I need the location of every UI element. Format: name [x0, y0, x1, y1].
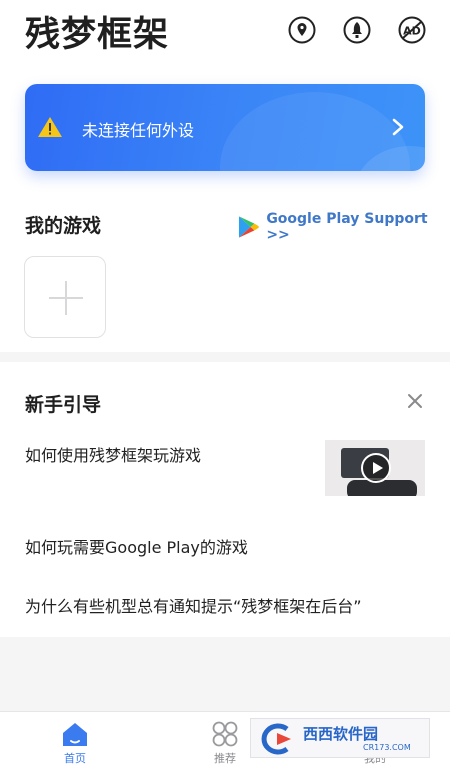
guide-item-background-notice[interactable]: 为什么有些机型总有通知提示“残梦框架在后台”	[25, 593, 362, 617]
guide-title: 新手引导	[25, 394, 102, 416]
nav-label: 推荐	[214, 752, 236, 765]
banner-text: 未连接任何外设	[82, 121, 195, 140]
my-games-title: 我的游戏	[25, 215, 102, 237]
guide-item-google-play-games[interactable]: 如何玩需要Google Play的游戏	[25, 534, 248, 558]
nav-item-recommend[interactable]: 推荐	[195, 712, 255, 767]
guide-item-use-framework[interactable]: 如何使用残梦框架玩游戏	[25, 442, 201, 466]
close-icon[interactable]	[407, 393, 423, 409]
watermark-logo	[261, 723, 291, 755]
nav-item-home[interactable]: 首页	[45, 712, 105, 767]
no-peripheral-banner[interactable]: 未连接任何外设	[25, 84, 425, 171]
app-title: 残梦框架	[25, 15, 170, 55]
beginner-guide-card: 新手引导 如何使用残梦框架玩游戏 如何玩需要Google Play的游戏 为什么…	[0, 362, 450, 637]
google-play-icon	[238, 216, 259, 238]
google-play-support-label: Google Play Support >>	[266, 211, 428, 243]
warning-icon	[38, 117, 62, 137]
google-play-support-link[interactable]: Google Play Support >>	[238, 211, 450, 243]
watermark-subtext: CR173.COM	[363, 743, 411, 752]
rocket-icon[interactable]	[343, 16, 371, 44]
nav-label: 首页	[64, 752, 86, 765]
grid-icon	[212, 721, 238, 747]
guide-video-thumbnail[interactable]	[325, 440, 425, 496]
home-top-section: 残梦框架 AD 未连接任何外设 我的游戏 Google Play Support…	[0, 0, 450, 352]
ad-block-icon[interactable]: AD	[398, 16, 426, 44]
play-icon	[361, 453, 391, 483]
gamepad-image	[347, 480, 417, 496]
add-game-button[interactable]	[24, 256, 106, 338]
location-pin-icon[interactable]	[288, 16, 316, 44]
watermark-text: 西西软件园	[303, 725, 379, 743]
chevron-right-icon	[392, 118, 404, 136]
home-icon	[63, 723, 87, 746]
site-watermark: 西西软件园 CR173.COM	[250, 718, 430, 758]
plus-icon	[65, 281, 67, 315]
